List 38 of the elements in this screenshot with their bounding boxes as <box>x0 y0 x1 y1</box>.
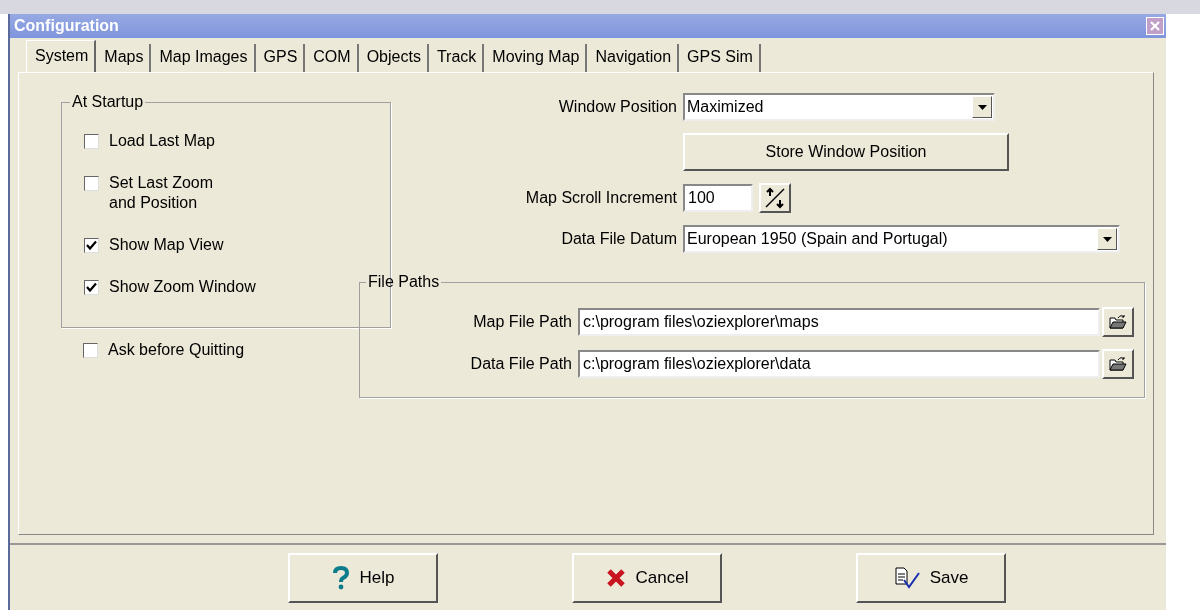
store-window-position-button[interactable]: Store Window Position <box>683 133 1009 171</box>
field-label: Data File Path <box>469 355 573 373</box>
folder-open-icon <box>1109 314 1127 330</box>
datum-dropdown[interactable]: European 1950 (Spain and Portugal) <box>683 225 1120 253</box>
checkbox-label: Ask before Quitting <box>108 340 245 360</box>
checkbox-label: Load Last Map <box>109 131 215 151</box>
browse-button[interactable] <box>1102 307 1134 337</box>
checkbox[interactable] <box>84 134 99 149</box>
field-label: Map File Path <box>472 313 573 331</box>
group-title: File Paths <box>367 273 441 291</box>
checkbox-label: Set Last Zoom and Position <box>109 173 214 213</box>
checkbox[interactable] <box>84 238 99 253</box>
field-label: Window Position <box>557 98 678 116</box>
spin-button[interactable] <box>759 183 791 213</box>
group-title: At Startup <box>71 93 145 111</box>
checkbox-label: Show Zoom Window <box>109 277 256 297</box>
close-icon <box>1150 21 1160 31</box>
cancel-button[interactable]: Cancel <box>572 552 722 603</box>
window-title: Configuration <box>14 17 119 35</box>
checkbox[interactable] <box>84 176 99 191</box>
up-down-arrow-icon <box>763 186 787 210</box>
cross-icon <box>605 567 626 588</box>
path-field[interactable]: c:\program files\oziexplorer\data <box>578 350 1100 378</box>
path-field[interactable]: c:\program files\oziexplorer\maps <box>578 308 1100 336</box>
field-label: Data File Datum <box>560 230 678 248</box>
folder-open-icon <box>1109 356 1127 372</box>
scroll-increment-field[interactable]: 100 <box>683 184 753 212</box>
tab[interactable]: System <box>26 40 97 72</box>
field-label: Map Scroll Increment <box>524 189 678 207</box>
question-mark-icon <box>331 565 350 590</box>
help-button[interactable]: Help <box>288 552 438 603</box>
checkbox[interactable] <box>84 280 99 295</box>
document-check-icon <box>893 566 920 589</box>
save-button[interactable]: Save <box>856 552 1006 603</box>
checkbox[interactable] <box>83 343 98 358</box>
window-position-dropdown[interactable]: Maximized <box>683 93 995 121</box>
browse-button[interactable] <box>1102 349 1134 379</box>
checkbox-label: Show Map View <box>109 235 224 255</box>
